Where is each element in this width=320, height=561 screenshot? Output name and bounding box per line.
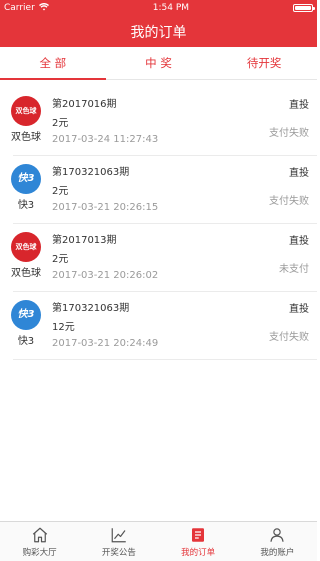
order-amount: 2元 [52,254,69,265]
chart-icon [111,527,126,542]
lottery-name: 快3 [17,200,35,211]
issue-number: 第170321063期 [52,167,130,178]
home-icon [32,527,47,542]
order-type: 直投 [289,168,309,179]
tab-label: 待开奖 [246,56,282,70]
page-title: 我的订单 [130,24,187,41]
issue-number: 第170321063期 [52,303,130,314]
carrier-label: Carrier [4,3,35,13]
lottery-name: 双色球 [11,132,41,143]
tabbar-item-draw-results[interactable]: 开奖公告 [79,522,158,561]
tab-label: 全 部 [39,56,67,70]
tabbar-item-my-account[interactable]: 我的账户 [238,522,317,561]
user-icon [270,527,284,542]
lottery-name: 快3 [17,336,35,347]
order-status: 支付失败 [269,128,309,139]
lottery-name: 双色球 [11,268,41,279]
wifi-icon [38,2,49,14]
tabbar-label: 我的订单 [181,547,216,558]
issue-number: 第2017016期 [52,99,117,110]
tab-pending-draw[interactable]: 待开奖 [211,47,317,79]
order-status: 支付失败 [269,196,309,207]
order-type: 直投 [289,236,309,247]
tab-all[interactable]: 全 部 [0,47,106,80]
tabbar-item-lottery-hall[interactable]: 购彩大厅 [0,522,79,561]
order-list: 双色球 双色球 第2017016期 2元 2017-03-24 11:27:43… [0,88,317,360]
orders-icon [192,527,205,542]
tab-won[interactable]: 中 奖 [106,47,212,79]
tabbar-label: 我的账户 [260,547,295,558]
order-status: 未支付 [279,264,309,275]
bottom-tab-bar: 购彩大厅 开奖公告 我的订单 我的账户 [0,521,317,561]
status-bar: Carrier 1:54 PM [0,0,317,16]
tabbar-label: 购彩大厅 [22,547,57,558]
order-row[interactable]: 快3 快3 第170321063期 12元 2017-03-21 20:24:4… [0,292,317,360]
nav-bar: 我的订单 [0,16,317,47]
issue-number: 第2017013期 [52,235,117,246]
order-type: 直投 [289,304,309,315]
tabbar-label: 开奖公告 [101,547,136,558]
tabbar-item-my-orders[interactable]: 我的订单 [159,522,238,561]
order-time: 2017-03-21 20:26:02 [52,270,159,281]
battery-icon [292,4,315,12]
shuangseqiu-logo-icon: 双色球 [11,96,41,126]
tab-label: 中 奖 [145,56,172,70]
order-type: 直投 [289,100,309,111]
kuai3-logo-icon: 快3 [11,164,41,194]
order-row[interactable]: 快3 快3 第170321063期 2元 2017-03-21 20:26:15… [0,156,317,224]
kuai3-logo-icon: 快3 [11,300,41,330]
clock: 1:54 PM [152,3,190,13]
order-filter-tabs: 全 部 中 奖 待开奖 [0,47,317,80]
order-status: 支付失败 [269,332,309,343]
order-row[interactable]: 双色球 双色球 第2017013期 2元 2017-03-21 20:26:02… [0,224,317,292]
shuangseqiu-logo-icon: 双色球 [11,232,41,262]
order-row[interactable]: 双色球 双色球 第2017016期 2元 2017-03-24 11:27:43… [0,88,317,156]
